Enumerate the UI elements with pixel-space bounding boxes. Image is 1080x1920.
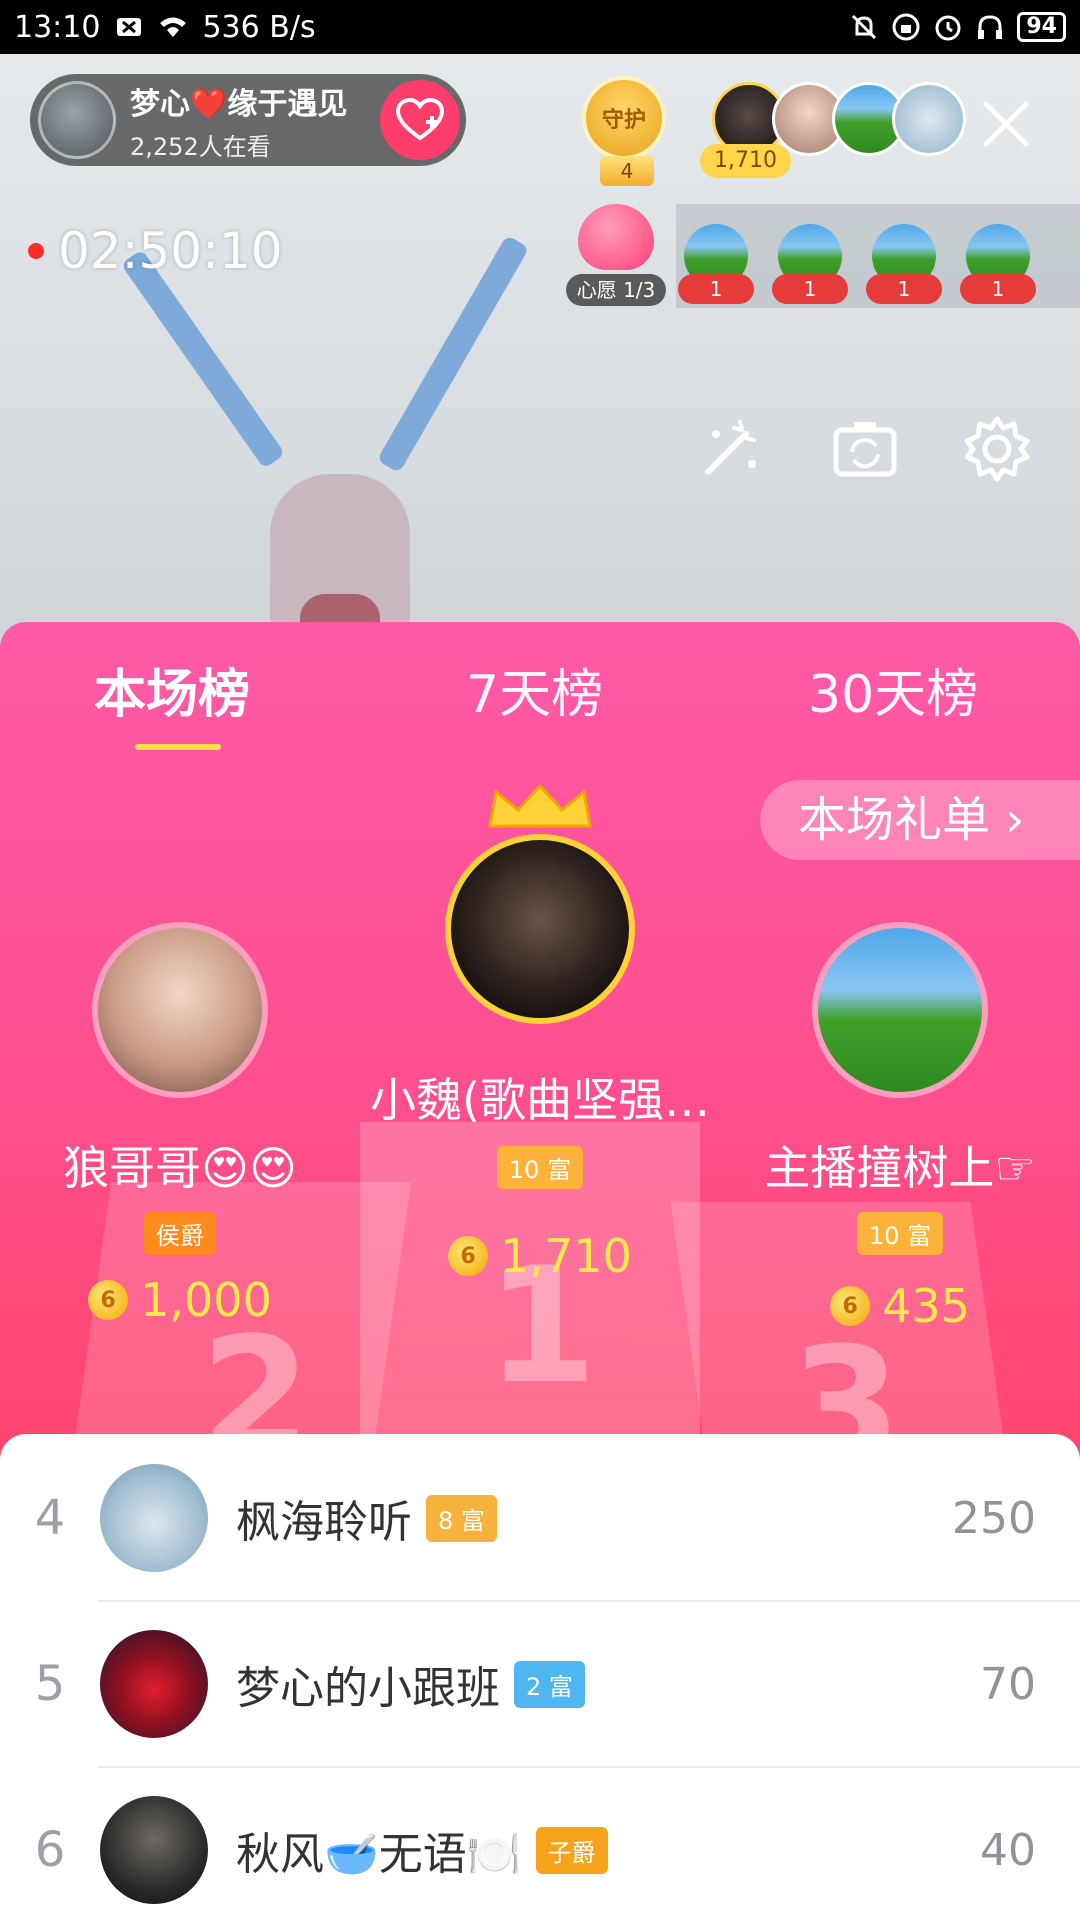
wish-heart-icon bbox=[578, 204, 654, 270]
rank-1-name: 小魏(歌曲坚强… bbox=[370, 1073, 710, 1127]
list-name: 秋风🥣无语🍽️ 子爵 bbox=[236, 1818, 608, 1882]
network-speed: 536 B/s bbox=[202, 9, 316, 45]
rank-3-score-value: 435 bbox=[882, 1279, 970, 1333]
gift-avatar[interactable]: 1 bbox=[866, 224, 942, 304]
list-badge: 2 富 bbox=[514, 1660, 585, 1708]
gift-strip: 1 1 1 1 bbox=[676, 204, 1080, 308]
rank-2-name: 狼哥哥😍😍 bbox=[63, 1141, 297, 1195]
list-name-text: 秋风🥣无语🍽️ bbox=[236, 1829, 522, 1880]
status-time: 13:10 bbox=[14, 9, 101, 45]
list-avatar[interactable] bbox=[100, 1796, 208, 1904]
follow-button[interactable] bbox=[380, 80, 460, 160]
list-item[interactable]: 4 枫海聆听 8 富 250 bbox=[0, 1436, 1080, 1600]
gift-count: 1 bbox=[866, 274, 942, 304]
coin-icon: 6 bbox=[88, 1280, 129, 1320]
rank-1-badge: 10 富 bbox=[496, 1146, 584, 1189]
live-timer: 02:50:10 bbox=[28, 222, 283, 280]
mute-bell-icon bbox=[852, 14, 877, 40]
coin-icon: 6 bbox=[448, 1236, 489, 1276]
list-rank: 5 bbox=[34, 1656, 66, 1712]
lock-icon bbox=[892, 13, 920, 41]
viewer-count: 2,252人在看 bbox=[130, 132, 271, 161]
host-card[interactable]: 梦心❤️缘于遇见 2,252人在看 bbox=[30, 74, 466, 166]
gift-avatar[interactable]: 1 bbox=[678, 224, 754, 304]
top-viewer-score: 1,710 bbox=[700, 144, 791, 178]
guard-badge: 守护 bbox=[582, 76, 666, 160]
gift-count: 1 bbox=[772, 274, 848, 304]
coin-icon: 6 bbox=[830, 1286, 871, 1326]
timer-text: 02:50:10 bbox=[58, 222, 283, 280]
tab-7-days[interactable]: 7天榜 bbox=[466, 652, 603, 727]
list-name: 枫海聆听 8 富 bbox=[236, 1486, 497, 1550]
rank-1-score: 6 1,710 bbox=[340, 1229, 740, 1283]
deer-antler-right bbox=[376, 234, 530, 474]
tab-underline bbox=[135, 744, 221, 750]
deer-antler-left bbox=[120, 249, 286, 469]
list-avatar[interactable] bbox=[100, 1464, 208, 1572]
gift-count: 1 bbox=[678, 274, 754, 304]
list-rank: 6 bbox=[34, 1822, 66, 1878]
top-viewer-avatar-4[interactable] bbox=[892, 82, 966, 156]
rank-3-avatar[interactable] bbox=[812, 922, 988, 1098]
gift-avatar[interactable]: 1 bbox=[960, 224, 1036, 304]
rank-3-badge: 10 富 bbox=[856, 1212, 944, 1255]
guard-button[interactable]: 守护 4 bbox=[582, 76, 672, 186]
guard-label: 守护 bbox=[601, 108, 646, 133]
notification-icon bbox=[117, 18, 142, 36]
recording-dot bbox=[28, 243, 44, 259]
rank-3-name: 主播撞树上☞ bbox=[764, 1141, 1036, 1195]
rank-1-avatar[interactable] bbox=[445, 834, 635, 1024]
status-bar: 13:10 536 B/s 94 bbox=[0, 0, 1080, 54]
wish-label: 心愿 1/3 bbox=[566, 274, 666, 306]
tab-30-days[interactable]: 30天榜 bbox=[808, 652, 978, 727]
list-item[interactable]: 5 梦心的小跟班 2 富 70 bbox=[0, 1602, 1080, 1766]
host-avatar[interactable] bbox=[38, 81, 116, 159]
rank-2-score: 6 1,000 bbox=[30, 1273, 330, 1327]
battery-level: 94 bbox=[1017, 12, 1066, 42]
settings-gear-icon[interactable] bbox=[962, 414, 1032, 484]
host-name: 梦心❤️缘于遇见 bbox=[130, 86, 348, 122]
top-rank-2[interactable]: 狼哥哥😍😍 侯爵 6 1,000 bbox=[30, 922, 330, 1327]
flip-camera-icon[interactable] bbox=[830, 414, 900, 484]
rank-1-score-value: 1,710 bbox=[500, 1229, 632, 1283]
list-avatar[interactable] bbox=[100, 1630, 208, 1738]
gift-avatar[interactable]: 1 bbox=[772, 224, 848, 304]
ranking-list: 4 枫海聆听 8 富 250 5 梦心的小跟班 2 富 70 6 秋风🥣无语🍽️… bbox=[0, 1434, 1080, 1920]
rank-2-badge: 侯爵 bbox=[144, 1212, 216, 1255]
top-rank-3[interactable]: 主播撞树上☞ 10 富 6 435 bbox=[740, 922, 1060, 1333]
live-video: 梦心❤️缘于遇见 2,252人在看 守护 4 1,710 02:50:10 心愿… bbox=[0, 54, 1080, 654]
magic-wand-icon[interactable] bbox=[694, 414, 764, 484]
list-badge: 子爵 bbox=[535, 1826, 608, 1874]
gift-list-button[interactable]: 本场礼单 › bbox=[760, 780, 1080, 860]
wifi-icon bbox=[160, 17, 187, 37]
list-name-text: 枫海聆听 bbox=[236, 1497, 412, 1548]
close-icon[interactable] bbox=[976, 94, 1036, 154]
guard-count: 4 bbox=[600, 156, 654, 186]
list-score: 70 bbox=[980, 1658, 1036, 1710]
heart-plus-icon bbox=[396, 98, 444, 141]
rank-2-avatar[interactable] bbox=[92, 922, 268, 1098]
list-score: 40 bbox=[980, 1824, 1036, 1876]
rank-3-score: 6 435 bbox=[740, 1279, 1060, 1333]
wish-button[interactable]: 心愿 1/3 bbox=[566, 204, 666, 306]
top-rank-1[interactable]: 小魏(歌曲坚强… 10 富 6 1,710 bbox=[340, 782, 740, 1283]
rank-2-score-value: 1,000 bbox=[140, 1273, 272, 1327]
top-viewers[interactable]: 1,710 bbox=[700, 82, 966, 178]
list-name: 梦心的小跟班 2 富 bbox=[236, 1652, 585, 1716]
tab-current-session[interactable]: 本场榜 bbox=[94, 652, 250, 727]
crown-icon bbox=[488, 783, 592, 828]
list-name-text: 梦心的小跟班 bbox=[236, 1663, 500, 1714]
list-rank: 4 bbox=[34, 1490, 66, 1546]
ranking-tabs: 本场榜 7天榜 30天榜 bbox=[0, 652, 1080, 750]
list-score: 250 bbox=[952, 1492, 1036, 1544]
list-badge: 8 富 bbox=[426, 1494, 497, 1542]
alarm-icon bbox=[935, 15, 961, 41]
list-item[interactable]: 6 秋风🥣无语🍽️ 子爵 40 bbox=[0, 1768, 1080, 1920]
headphones-icon bbox=[978, 15, 1003, 39]
gift-count: 1 bbox=[960, 274, 1036, 304]
